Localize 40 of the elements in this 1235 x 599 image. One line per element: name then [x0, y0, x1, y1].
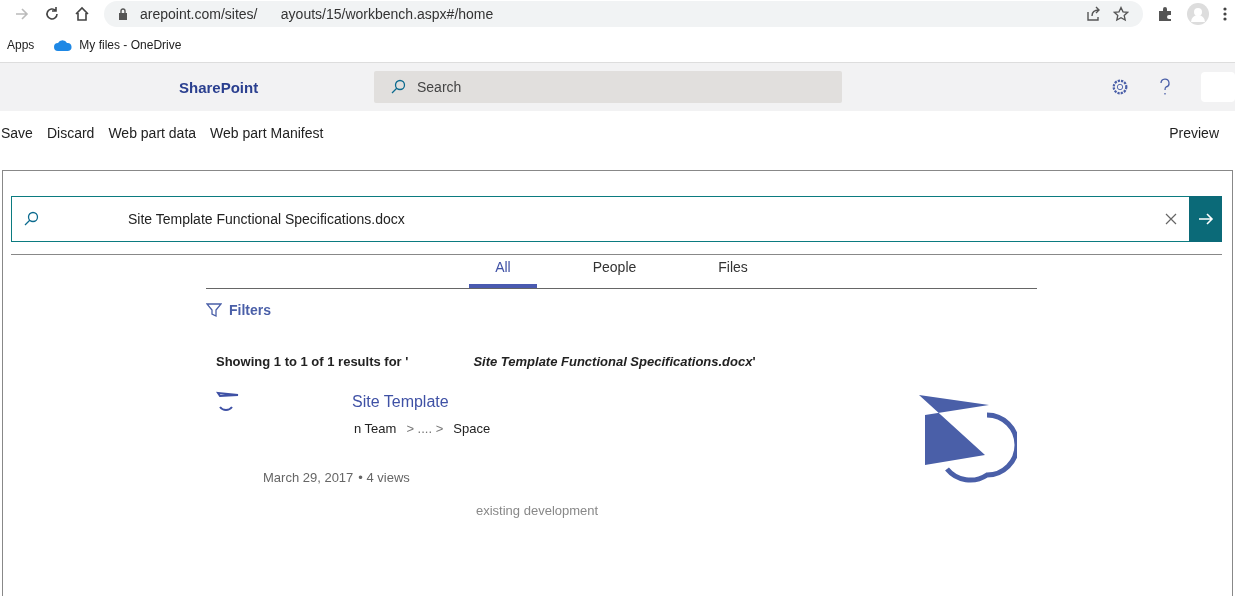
search-field[interactable]: Site Template Functional Specifications.docx [11, 196, 1189, 242]
settings-icon[interactable] [1111, 78, 1129, 96]
results-summary: Showing 1 to 1 of 1 results for ' Site Template Functional Specifications.docx' [216, 354, 757, 369]
arrow-icon [1197, 211, 1214, 227]
bookmark-link[interactable]: Apps [7, 38, 35, 52]
reload-icon[interactable] [44, 6, 60, 22]
cloud-icon [54, 39, 73, 51]
bookmark-link[interactable]: My files - OneDrive [54, 38, 182, 52]
command-button[interactable]: Discard [40, 121, 101, 145]
breadcrumb-item: n Team [354, 421, 397, 436]
result-title-link[interactable]: Site Template [352, 393, 449, 411]
share-icon[interactable] [1085, 6, 1101, 22]
filter-icon [206, 302, 222, 318]
url-text: arepoint.com/sites/ ayouts/15/workbench.aspx#/home [140, 6, 494, 22]
tab[interactable]: Files [692, 257, 774, 288]
result-snippet: existing development [476, 503, 600, 518]
star-icon[interactable] [1113, 6, 1129, 22]
view-count: • 4 views [358, 470, 410, 485]
help-icon[interactable] [1159, 77, 1171, 97]
tab[interactable]: People [566, 257, 663, 288]
search-icon [390, 79, 406, 95]
breadcrumb-item: Space [453, 421, 491, 436]
address-bar[interactable]: arepoint.com/sites/ ayouts/15/workbench.aspx#/home [104, 1, 1143, 27]
modified-date: March 29, 2017 [263, 470, 354, 485]
close-icon[interactable] [1165, 213, 1177, 225]
puzzle-icon[interactable] [1157, 6, 1173, 22]
command-button[interactable]: Save [0, 121, 39, 145]
command-button[interactable]: Web part Manifest [204, 121, 330, 145]
tab[interactable]: All [469, 257, 537, 288]
search-field[interactable]: Search [374, 71, 842, 103]
command-button[interactable]: Web part data [102, 121, 203, 145]
filters-button[interactable]: Filters [206, 302, 271, 318]
breadcrumb-item: > .... > [406, 421, 444, 436]
preview-button[interactable]: Preview [1163, 121, 1225, 145]
search-icon [23, 211, 39, 227]
home-icon[interactable] [74, 6, 90, 22]
menu-icon[interactable] [1223, 6, 1227, 22]
lock-icon [118, 8, 128, 20]
app-name[interactable]: SharePoint [179, 78, 344, 96]
search-submit-button[interactable] [1189, 196, 1222, 242]
